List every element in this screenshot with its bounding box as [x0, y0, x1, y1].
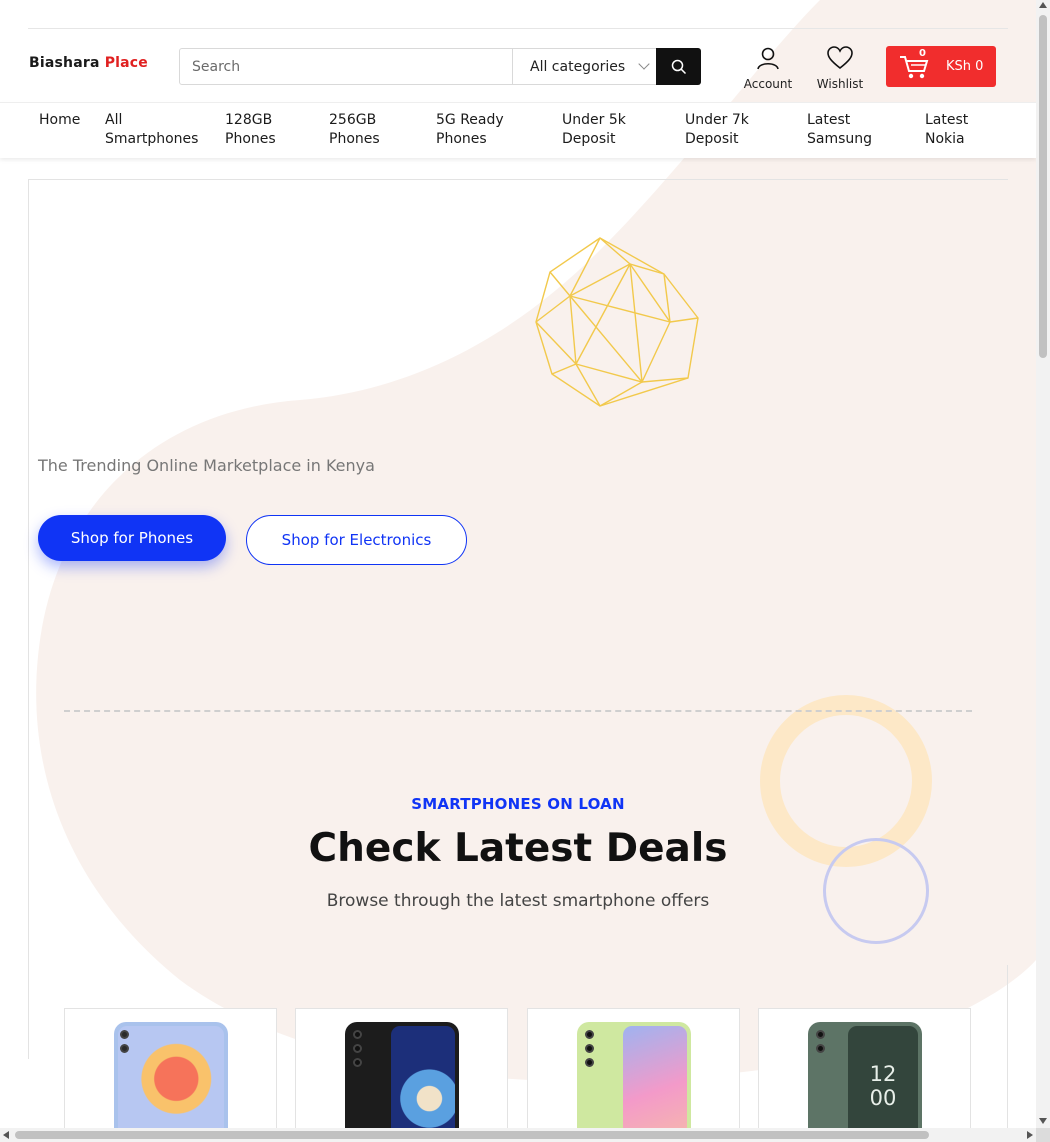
nav-item-label: Smartphones	[105, 131, 199, 147]
phone-screen: 12 00	[848, 1026, 918, 1128]
nav-item-label: All	[105, 112, 123, 128]
search-button[interactable]	[656, 48, 701, 85]
phone-screen	[623, 1026, 687, 1128]
product-image	[114, 1022, 228, 1128]
camera-lens	[585, 1058, 594, 1067]
section-divider	[64, 710, 972, 712]
nav-item-label: Nokia	[925, 131, 965, 147]
nav-item-latest-nokia[interactable]: Latest Nokia	[925, 111, 968, 149]
nav-item-256gb-phones[interactable]: 256GB Phones	[329, 111, 380, 149]
cart-amount: KSh 0	[946, 59, 984, 74]
shop-phones-button[interactable]: Shop for Phones	[38, 515, 226, 561]
nav-item-label: Samsung	[807, 131, 873, 147]
nav-item-label: Latest	[925, 112, 969, 128]
site-logo[interactable]: Biashara Place	[29, 55, 148, 71]
polyhedron-decoration	[535, 237, 699, 407]
vertical-scrollbar[interactable]	[1036, 0, 1050, 1128]
nav-item-label: Home	[39, 112, 81, 128]
nav-item-label: Deposit	[685, 131, 739, 147]
logo-text-primary: Biashara	[29, 55, 100, 71]
main-navigation: Home All Smartphones 128GB Phones 256GB …	[0, 102, 1036, 158]
search-bar: All categories	[179, 48, 701, 85]
camera-lens	[353, 1030, 362, 1039]
cart-button[interactable]: 0 KSh 0	[886, 46, 996, 87]
horizontal-scrollbar[interactable]	[0, 1128, 1036, 1142]
logo-text-accent: Place	[104, 55, 149, 71]
scrollbar-corner	[1036, 1128, 1050, 1142]
account-link[interactable]: Account	[740, 46, 796, 91]
nav-item-label: Latest	[807, 112, 851, 128]
product-card[interactable]	[527, 1008, 740, 1128]
product-card[interactable]	[64, 1008, 277, 1128]
nav-item-label: 5G Ready	[436, 112, 504, 128]
account-label: Account	[743, 77, 793, 91]
search-icon	[671, 59, 686, 74]
nav-item-label: 128GB	[225, 112, 273, 128]
nav-item-label: Phones	[329, 131, 380, 147]
cart-count-badge: 0	[919, 48, 926, 59]
chevron-down-icon	[638, 58, 650, 70]
scroll-up-arrow-icon[interactable]	[1039, 2, 1047, 8]
nav-item-latest-samsung[interactable]: Latest Samsung	[807, 111, 872, 149]
nav-item-label: Under 7k	[685, 112, 749, 128]
section-border	[1007, 965, 1008, 1128]
nav-item-label: Phones	[436, 131, 487, 147]
camera-lens	[353, 1058, 362, 1067]
nav-item-5g-ready-phones[interactable]: 5G Ready Phones	[436, 111, 504, 149]
phone-screen	[118, 1026, 224, 1128]
deals-subtitle: Browse through the latest smartphone off…	[326, 891, 710, 911]
product-image: 12 00	[808, 1022, 922, 1128]
header-top-divider	[28, 28, 1008, 29]
camera-lens	[353, 1044, 362, 1053]
product-card[interactable]: 12 00	[758, 1008, 971, 1128]
lockscreen-clock-hour: 12	[869, 1062, 897, 1086]
camera-lens	[816, 1030, 825, 1039]
shop-electronics-button[interactable]: Shop for Electronics	[246, 515, 467, 565]
nav-item-all-smartphones[interactable]: All Smartphones	[105, 111, 198, 149]
heart-icon	[827, 46, 853, 70]
deals-eyebrow: SMARTPHONES ON LOAN	[411, 795, 625, 813]
hero-tagline: The Trending Online Marketplace in Kenya	[38, 456, 375, 475]
nav-item-under-7k-deposit[interactable]: Under 7k Deposit	[685, 111, 749, 149]
camera-lens	[585, 1030, 594, 1039]
nav-item-128gb-phones[interactable]: 128GB Phones	[225, 111, 276, 149]
nav-item-label: Deposit	[562, 131, 616, 147]
product-image	[577, 1022, 691, 1128]
phone-screen	[391, 1026, 455, 1128]
deals-title: Check Latest Deals	[308, 826, 728, 871]
nav-item-label: Under 5k	[562, 112, 626, 128]
wishlist-label: Wishlist	[816, 77, 864, 91]
camera-lens	[120, 1044, 129, 1053]
nav-item-label: 256GB	[329, 112, 377, 128]
vertical-scrollbar-thumb[interactable]	[1039, 15, 1047, 358]
horizontal-scrollbar-thumb[interactable]	[15, 1131, 929, 1139]
nav-item-under-5k-deposit[interactable]: Under 5k Deposit	[562, 111, 626, 149]
camera-lens	[816, 1044, 825, 1053]
nav-item-home[interactable]: Home	[39, 111, 80, 130]
page-viewport: Biashara Place All categories Account Wi…	[0, 0, 1036, 1128]
category-select[interactable]: All categories	[513, 49, 656, 84]
category-select-value: All categories	[530, 58, 626, 75]
product-card[interactable]	[295, 1008, 508, 1128]
lockscreen-clock-minute: 00	[869, 1086, 897, 1110]
product-image	[345, 1022, 459, 1128]
user-icon	[757, 47, 779, 70]
scroll-left-arrow-icon[interactable]	[3, 1131, 9, 1139]
wishlist-link[interactable]: Wishlist	[812, 46, 868, 91]
camera-lens	[120, 1030, 129, 1039]
scroll-down-arrow-icon[interactable]	[1039, 1118, 1047, 1124]
search-input[interactable]	[180, 49, 513, 84]
nav-item-label: Phones	[225, 131, 276, 147]
camera-lens	[585, 1044, 594, 1053]
scroll-right-arrow-icon[interactable]	[1027, 1131, 1033, 1139]
